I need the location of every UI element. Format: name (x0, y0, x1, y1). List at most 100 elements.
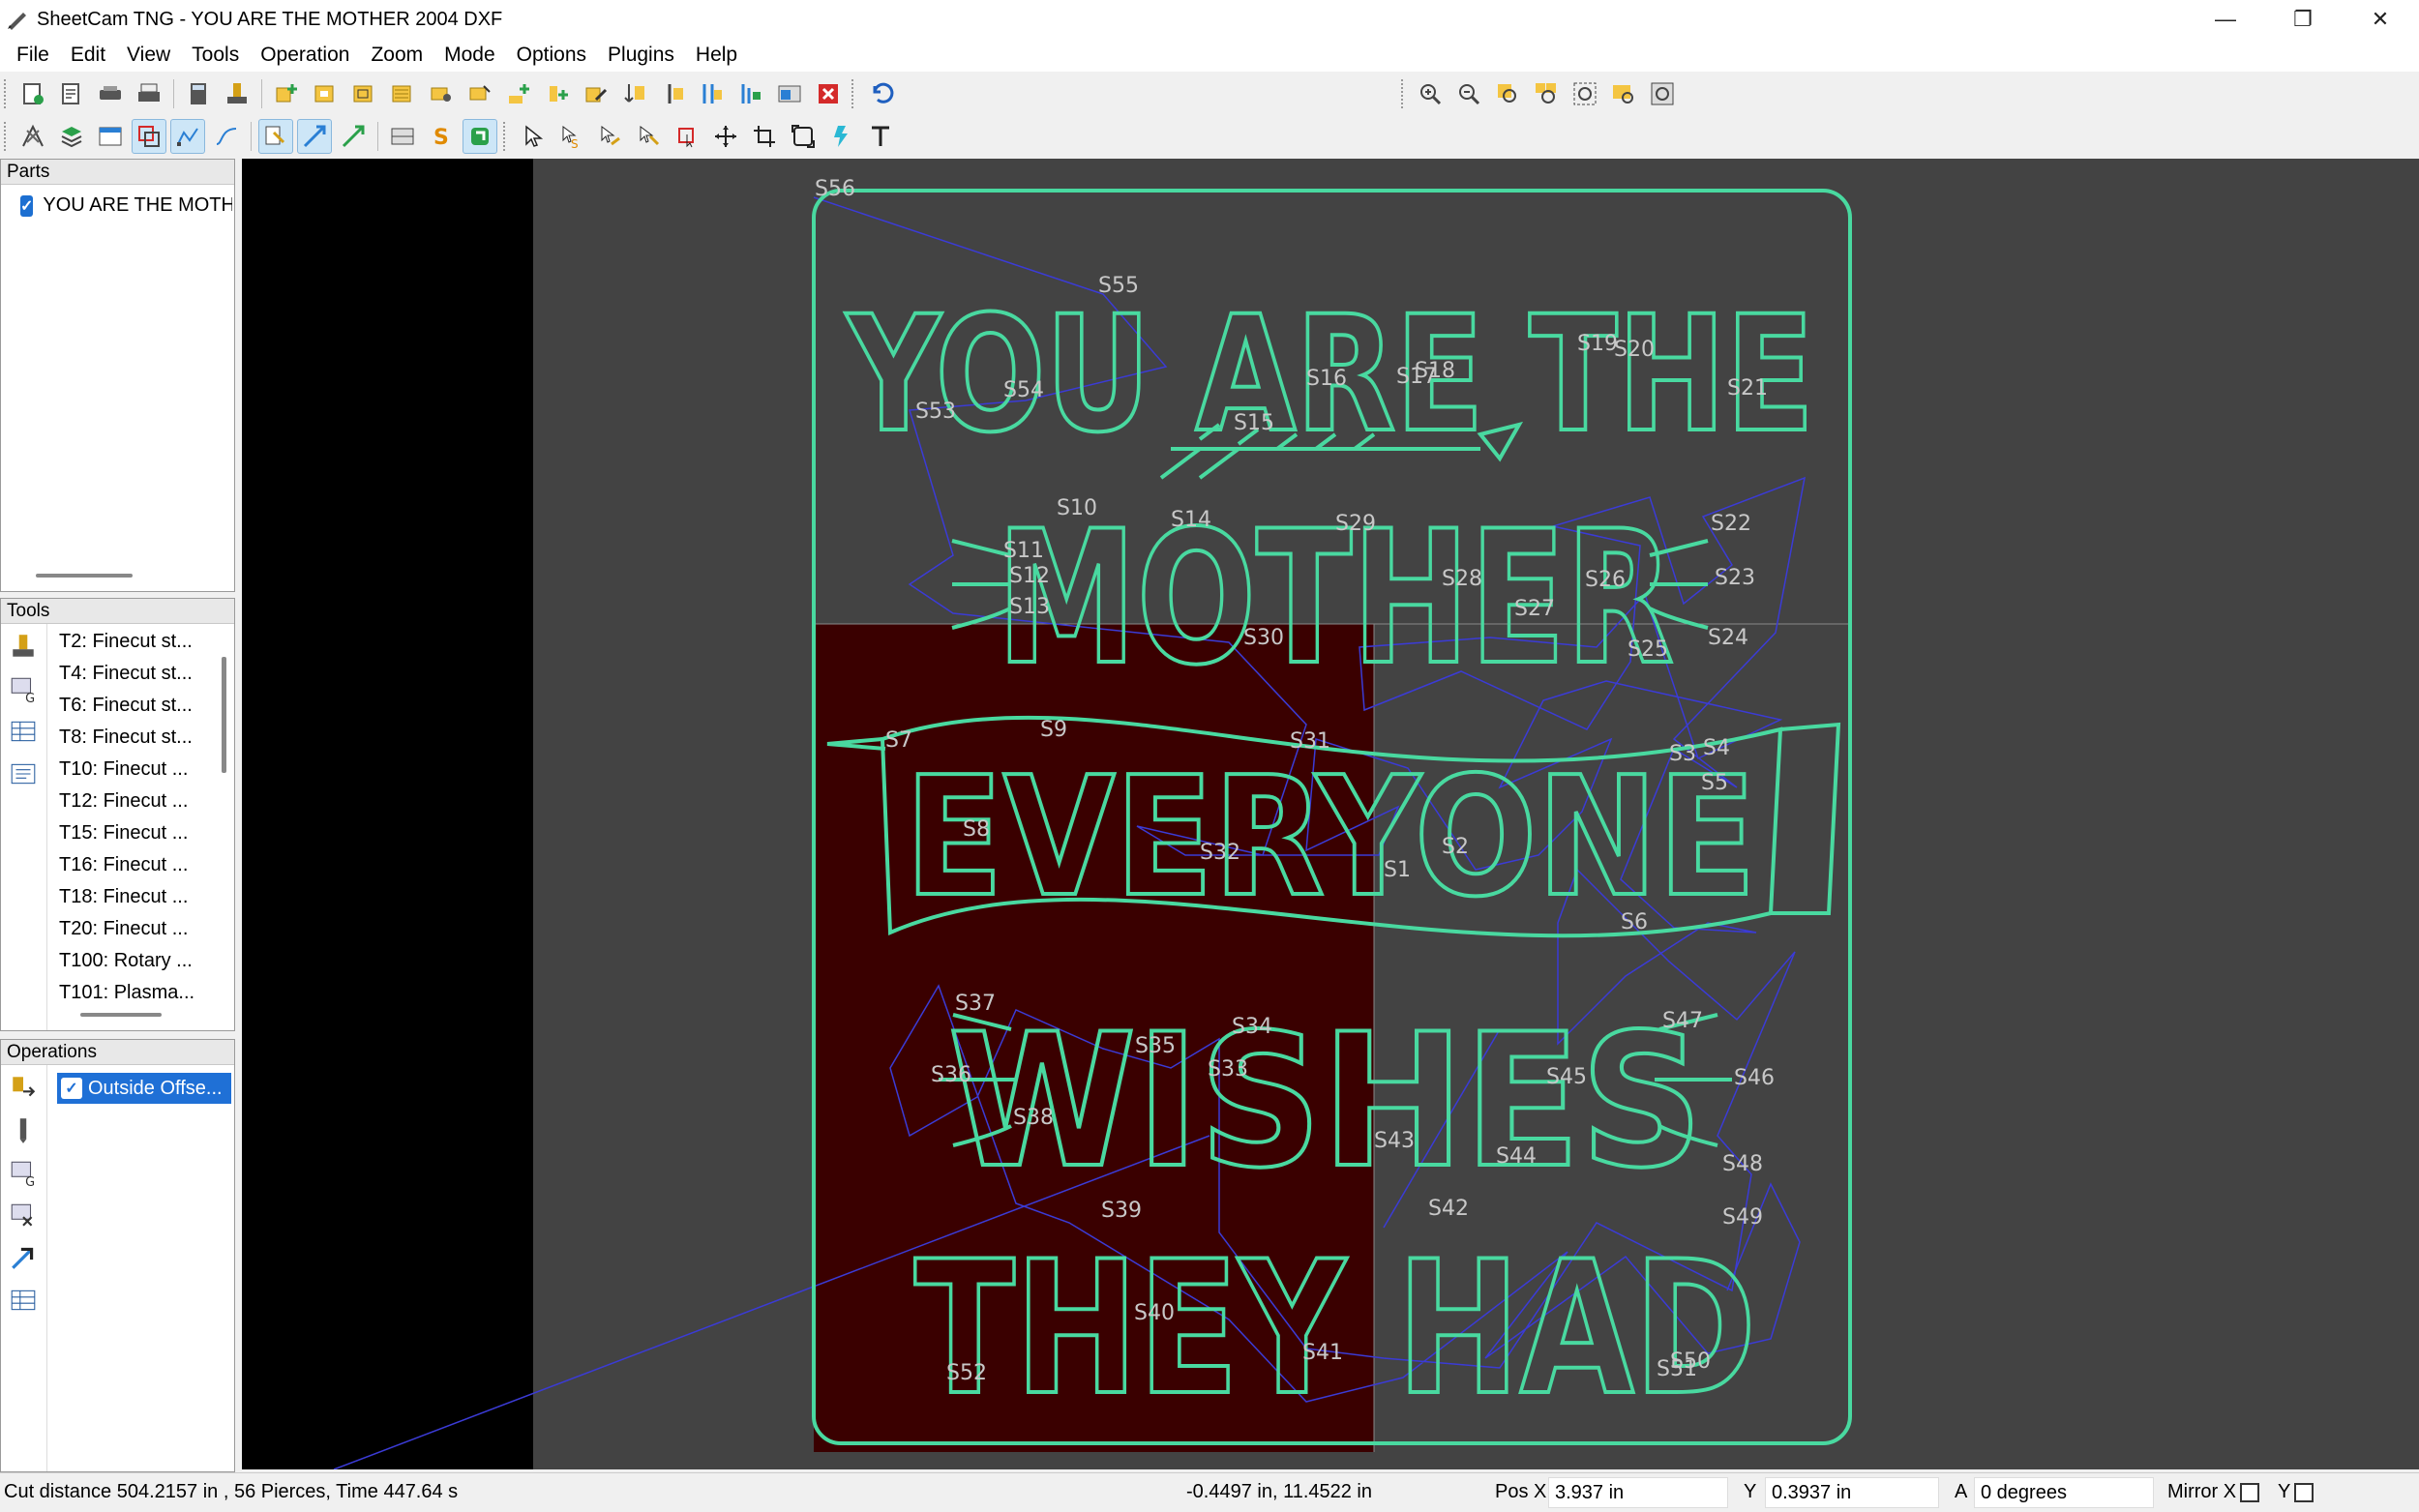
pos-y-field[interactable]: 0.3937 in (1765, 1477, 1939, 1508)
pocket-icon[interactable] (385, 76, 420, 111)
tool-list-icon[interactable] (9, 759, 38, 788)
restore-button[interactable]: ❐ (2264, 0, 2342, 39)
path-rules-icon[interactable] (733, 76, 768, 111)
tool-item[interactable]: T18: Finecut ... (59, 881, 215, 913)
job-options-icon[interactable] (93, 119, 128, 154)
outside-offset-icon[interactable] (308, 76, 343, 111)
add-tool-icon[interactable] (540, 76, 575, 111)
zoom-extents-icon[interactable] (1568, 76, 1602, 111)
zoom-part-icon[interactable] (1490, 76, 1525, 111)
tool-table-icon[interactable] (9, 717, 38, 746)
tool-item[interactable]: T100: Rotary ... (59, 945, 215, 977)
menu-zoom[interactable]: Zoom (360, 39, 433, 72)
operation-table-icon[interactable] (9, 1286, 38, 1315)
menu-view[interactable]: View (116, 39, 181, 72)
show-leadins-icon[interactable] (336, 119, 371, 154)
drill-operation-icon[interactable] (9, 1115, 38, 1144)
parts-scrollbar[interactable] (36, 574, 133, 578)
select-icon[interactable] (515, 119, 550, 154)
toolbar-grip[interactable] (503, 122, 507, 151)
zoom-in-icon[interactable] (1413, 76, 1448, 111)
sort-operation-icon[interactable] (617, 76, 652, 111)
engrave-icon[interactable] (463, 76, 497, 111)
open-job-icon[interactable] (54, 76, 89, 111)
new-operation-icon[interactable] (9, 1073, 38, 1102)
pos-x-field[interactable]: 3.937 in (1548, 1477, 1728, 1508)
menu-options[interactable]: Options (506, 39, 597, 72)
angle-field[interactable]: 0 degrees (1974, 1477, 2154, 1508)
menu-help[interactable]: Help (685, 39, 748, 72)
machine-window-icon[interactable] (772, 76, 807, 111)
tool-item[interactable]: T15: Finecut ... (59, 817, 215, 849)
zoom-all-parts-icon[interactable] (1529, 76, 1564, 111)
layers-icon[interactable] (54, 119, 89, 154)
tool-item[interactable]: T4: Finecut st... (59, 658, 215, 690)
tool-item[interactable]: T16: Finecut ... (59, 849, 215, 881)
add-part-icon[interactable] (501, 76, 536, 111)
zoom-window-icon[interactable] (1645, 76, 1680, 111)
select-start-icon[interactable]: S (553, 119, 588, 154)
tool-item[interactable]: T20: Finecut ... (59, 913, 215, 945)
machine-icon[interactable] (385, 119, 420, 154)
post-process-icon[interactable] (220, 76, 254, 111)
operation-path-icon[interactable] (9, 1243, 38, 1272)
calculator-icon[interactable] (181, 76, 216, 111)
show-direction-icon[interactable] (297, 119, 332, 154)
new-operation-icon[interactable] (269, 76, 304, 111)
menu-edit[interactable]: Edit (60, 39, 116, 72)
tool-item[interactable]: T6: Finecut st... (59, 690, 215, 722)
text-tool-icon[interactable] (863, 119, 898, 154)
tool-item[interactable]: T8: Finecut st... (59, 722, 215, 754)
menu-tools[interactable]: Tools (181, 39, 250, 72)
toolbar-grip[interactable] (851, 79, 855, 108)
operation-item[interactable]: ✓ Outside Offse... (57, 1073, 231, 1104)
tool-item[interactable]: T2: Finecut st... (59, 626, 215, 658)
mirror-y-checkbox[interactable] (2294, 1482, 2314, 1502)
toolbar-grip[interactable] (1401, 79, 1405, 108)
zoom-out-icon[interactable] (1451, 76, 1486, 111)
options-icon[interactable] (15, 119, 50, 154)
tool-item[interactable]: T101: Plasma... (59, 977, 215, 1005)
tools-hscrollbar[interactable] (80, 1013, 162, 1017)
tool-change-icon[interactable] (656, 76, 691, 111)
new-job-icon[interactable] (15, 76, 50, 111)
menu-file[interactable]: File (6, 39, 60, 72)
edit-operation-icon[interactable] (579, 76, 613, 111)
drawing-view[interactable]: YOU ARE THE MOTHER EVERYONE WISHES THEY … (242, 159, 2419, 1469)
undo-icon[interactable] (863, 76, 898, 111)
select-box-icon[interactable] (670, 119, 704, 154)
operation-checkbox[interactable]: ✓ (61, 1078, 82, 1099)
show-paths-icon[interactable] (170, 119, 205, 154)
tool-gcode-icon[interactable]: G (9, 674, 38, 706)
delete-icon[interactable] (811, 76, 846, 111)
operation-gcode-icon[interactable]: G (9, 1158, 38, 1190)
move-icon[interactable] (708, 119, 743, 154)
select-leadin-icon[interactable] (631, 119, 666, 154)
tool-item[interactable]: T12: Finecut ... (59, 786, 215, 817)
tabs-icon[interactable] (824, 119, 859, 154)
menu-plugins[interactable]: Plugins (597, 39, 685, 72)
set-direction-icon[interactable] (463, 119, 497, 154)
show-rapids-icon[interactable] (209, 119, 244, 154)
show-offsets-icon[interactable] (132, 119, 166, 154)
part-checkbox[interactable]: ✓ (20, 194, 34, 217)
minimize-button[interactable]: — (2187, 0, 2264, 39)
drawing-canvas[interactable]: YOU ARE THE MOTHER EVERYONE WISHES THEY … (242, 159, 2419, 1469)
tool-item[interactable]: T10: Finecut ... (59, 754, 215, 786)
drill-icon[interactable] (424, 76, 459, 111)
print-icon[interactable] (132, 76, 166, 111)
new-tool-icon[interactable] (9, 632, 38, 661)
operation-export-icon[interactable] (9, 1201, 38, 1230)
inside-offset-icon[interactable] (346, 76, 381, 111)
set-start-point-icon[interactable]: S (424, 119, 459, 154)
mirror-x-checkbox[interactable] (2240, 1482, 2260, 1502)
menu-mode[interactable]: Mode (433, 39, 506, 72)
menu-operation[interactable]: Operation (250, 39, 360, 72)
select-path-icon[interactable] (592, 119, 627, 154)
toolbar-grip[interactable] (4, 79, 8, 108)
sheet-size-icon[interactable] (786, 119, 821, 154)
close-button[interactable]: ✕ (2342, 0, 2419, 39)
save-icon[interactable] (93, 76, 128, 111)
zoom-sheet-icon[interactable] (1606, 76, 1641, 111)
part-tree-item[interactable]: ✓ YOU ARE THE MOTHER 2004 DXF (15, 194, 232, 217)
